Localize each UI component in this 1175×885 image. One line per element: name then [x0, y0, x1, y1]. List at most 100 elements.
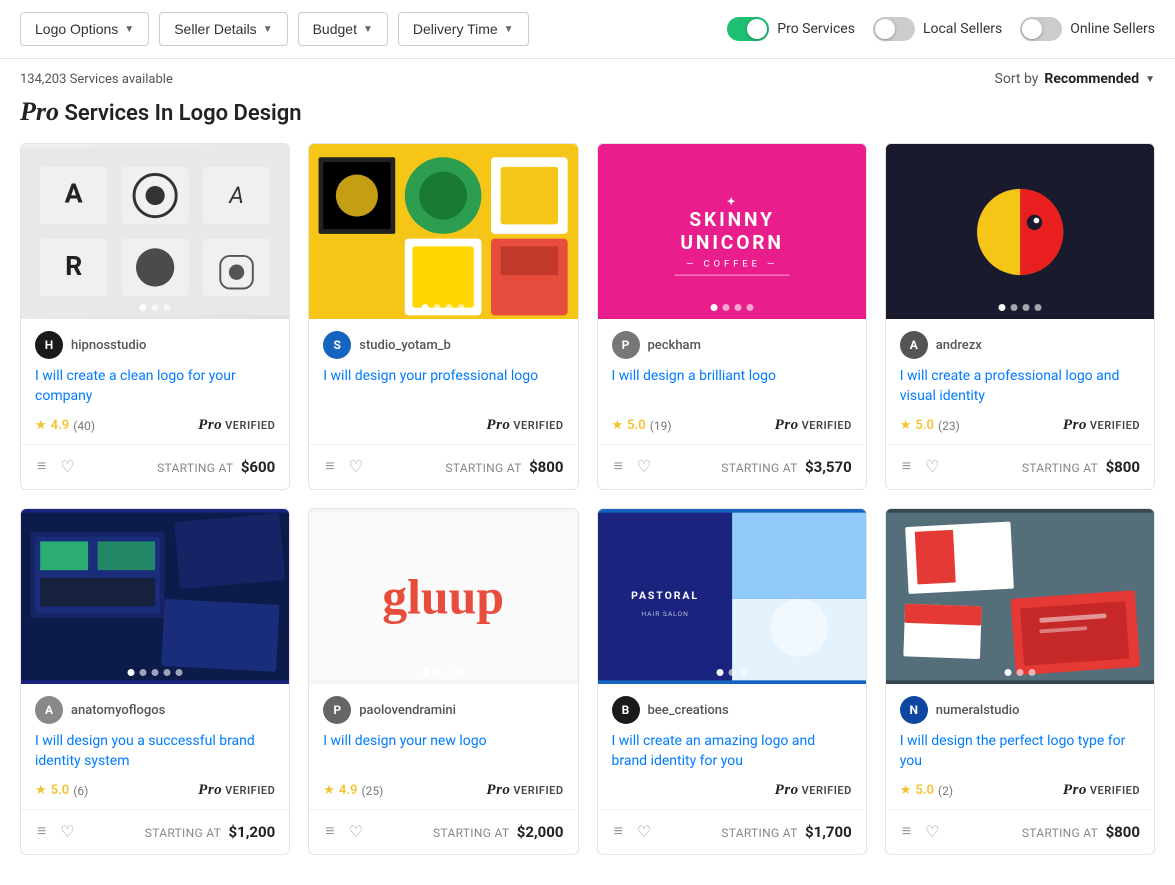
card-item[interactable]: N numeralstudio I will design the perfec… — [885, 508, 1155, 855]
online-sellers-toggle[interactable] — [1020, 17, 1062, 41]
avatar: N — [900, 696, 928, 724]
seller-name[interactable]: hipnosstudio — [71, 338, 146, 353]
delivery-time-filter[interactable]: Delivery Time ▼ — [398, 12, 529, 46]
card-footer: ≡ ♡ STARTING AT $1,200 — [21, 809, 289, 854]
card-item[interactable]: gluup P paolovendramini I will design yo… — [308, 508, 578, 855]
page-title-text: Services In Logo Design — [64, 101, 301, 126]
card-item[interactable]: A anatomyoflogos I will design you a suc… — [20, 508, 290, 855]
card-image — [309, 144, 577, 319]
footer-actions: ≡ ♡ — [323, 455, 365, 479]
compare-button[interactable]: ≡ — [612, 821, 625, 843]
gig-title[interactable]: I will create a clean logo for your comp… — [35, 367, 275, 407]
starting-at-label: STARTING AT — [445, 461, 521, 475]
seller-name[interactable]: anatomyoflogos — [71, 703, 165, 718]
gig-title[interactable]: I will design you a successful brand ide… — [35, 732, 275, 772]
rating-row: ★ 4.9 (40) Pro VERIFIED — [35, 417, 275, 434]
pro-script-icon: Pro — [775, 782, 799, 799]
compare-button[interactable]: ≡ — [900, 821, 913, 843]
rating-number: 5.0 — [915, 418, 934, 433]
compare-button[interactable]: ≡ — [35, 821, 48, 843]
compare-button[interactable]: ≡ — [612, 456, 625, 478]
seller-name[interactable]: andrezx — [936, 338, 982, 353]
svg-text:R: R — [65, 250, 82, 282]
favorite-button[interactable]: ♡ — [635, 455, 653, 479]
dot-indicator — [734, 304, 741, 311]
pro-verified-badge: Pro VERIFIED — [775, 782, 852, 799]
pro-verified-badge: Pro VERIFIED — [486, 782, 563, 799]
card-footer: ≡ ♡ STARTING AT $3,570 — [598, 444, 866, 489]
gig-title[interactable]: I will design your new logo — [323, 732, 563, 772]
price-section: STARTING AT $800 — [445, 458, 563, 476]
compare-button[interactable]: ≡ — [323, 821, 336, 843]
seller-info: B bee_creations — [612, 696, 852, 724]
card-body: H hipnosstudio I will create a clean log… — [21, 319, 289, 434]
gig-title[interactable]: I will design the perfect logo type for … — [900, 732, 1140, 772]
gig-title[interactable]: I will create a professional logo and vi… — [900, 367, 1140, 407]
gig-title[interactable]: I will design your professional logo — [323, 367, 563, 407]
dot-indicator — [998, 304, 1005, 311]
rating-number: 5.0 — [627, 418, 646, 433]
local-sellers-toggle[interactable] — [873, 17, 915, 41]
dot-indicator — [1010, 304, 1017, 311]
star-rating: ★ 5.0 (2) — [900, 783, 953, 798]
seller-name[interactable]: bee_creations — [648, 703, 729, 718]
local-sellers-label: Local Sellers — [923, 21, 1002, 37]
dot-indicator — [434, 669, 441, 676]
card-item[interactable]: ✦ SKINNY UNICORN — COFFEE — P peckham I … — [597, 143, 867, 490]
star-icon: ★ — [900, 783, 912, 798]
card-image — [886, 509, 1154, 684]
logo-options-filter[interactable]: Logo Options ▼ — [20, 12, 149, 46]
online-sellers-label: Online Sellers — [1070, 21, 1155, 37]
budget-filter[interactable]: Budget ▼ — [298, 12, 388, 46]
dot-indicator — [716, 669, 723, 676]
pro-services-toggle[interactable] — [727, 17, 769, 41]
dot-indicator — [1028, 669, 1035, 676]
favorite-button[interactable]: ♡ — [923, 455, 941, 479]
card-item[interactable]: S studio_yotam_b I will design your prof… — [308, 143, 578, 490]
filter-bar: Logo Options ▼ Seller Details ▼ Budget ▼… — [0, 0, 1175, 59]
dot-indicator — [422, 304, 429, 311]
seller-name[interactable]: numeralstudio — [936, 703, 1020, 718]
favorite-button[interactable]: ♡ — [347, 820, 365, 844]
seller-details-label: Seller Details — [174, 21, 256, 37]
review-count: (40) — [73, 419, 95, 433]
seller-name[interactable]: paolovendramini — [359, 703, 456, 718]
seller-name[interactable]: peckham — [648, 338, 701, 353]
dot-indicator — [458, 304, 465, 311]
pro-services-toggle-group: Pro Services — [727, 17, 855, 41]
dot-indicator — [1034, 304, 1041, 311]
favorite-button[interactable]: ♡ — [923, 820, 941, 844]
sort-by-dropdown[interactable]: Sort by Recommended ▼ — [995, 71, 1155, 87]
card-body: N numeralstudio I will design the perfec… — [886, 684, 1154, 799]
price-value: $800 — [1106, 823, 1140, 841]
avatar: B — [612, 696, 640, 724]
gig-title[interactable]: I will design a brilliant logo — [612, 367, 852, 407]
card-item[interactable]: A andrezx I will create a professional l… — [885, 143, 1155, 490]
rating-row: ★ 5.0 (23) Pro VERIFIED — [900, 417, 1140, 434]
card-image — [886, 144, 1154, 319]
gig-title[interactable]: I will create an amazing logo and brand … — [612, 732, 852, 772]
favorite-button[interactable]: ♡ — [58, 455, 76, 479]
card-item[interactable]: PASTORAL HAIR SALON B bee_creations I wi… — [597, 508, 867, 855]
compare-button[interactable]: ≡ — [323, 456, 336, 478]
dot-indicator — [746, 304, 753, 311]
online-sellers-toggle-group: Online Sellers — [1020, 17, 1155, 41]
card-body: B bee_creations I will create an amazing… — [598, 684, 866, 799]
seller-info: H hipnosstudio — [35, 331, 275, 359]
footer-actions: ≡ ♡ — [612, 820, 654, 844]
dot-indicator — [164, 669, 171, 676]
compare-button[interactable]: ≡ — [900, 456, 913, 478]
star-icon: ★ — [35, 418, 47, 433]
card-footer: ≡ ♡ STARTING AT $800 — [886, 444, 1154, 489]
favorite-button[interactable]: ♡ — [58, 820, 76, 844]
favorite-button[interactable]: ♡ — [347, 455, 365, 479]
dot-indicator — [128, 669, 135, 676]
favorite-button[interactable]: ♡ — [635, 820, 653, 844]
compare-button[interactable]: ≡ — [35, 456, 48, 478]
seller-info: P peckham — [612, 331, 852, 359]
seller-name[interactable]: studio_yotam_b — [359, 338, 451, 353]
results-bar: 134,203 Services available Sort by Recom… — [0, 59, 1175, 93]
card-item[interactable]: A A R H hipnosstudio I will create a cle… — [20, 143, 290, 490]
card-image: PASTORAL HAIR SALON — [598, 509, 866, 684]
seller-details-filter[interactable]: Seller Details ▼ — [159, 12, 287, 46]
